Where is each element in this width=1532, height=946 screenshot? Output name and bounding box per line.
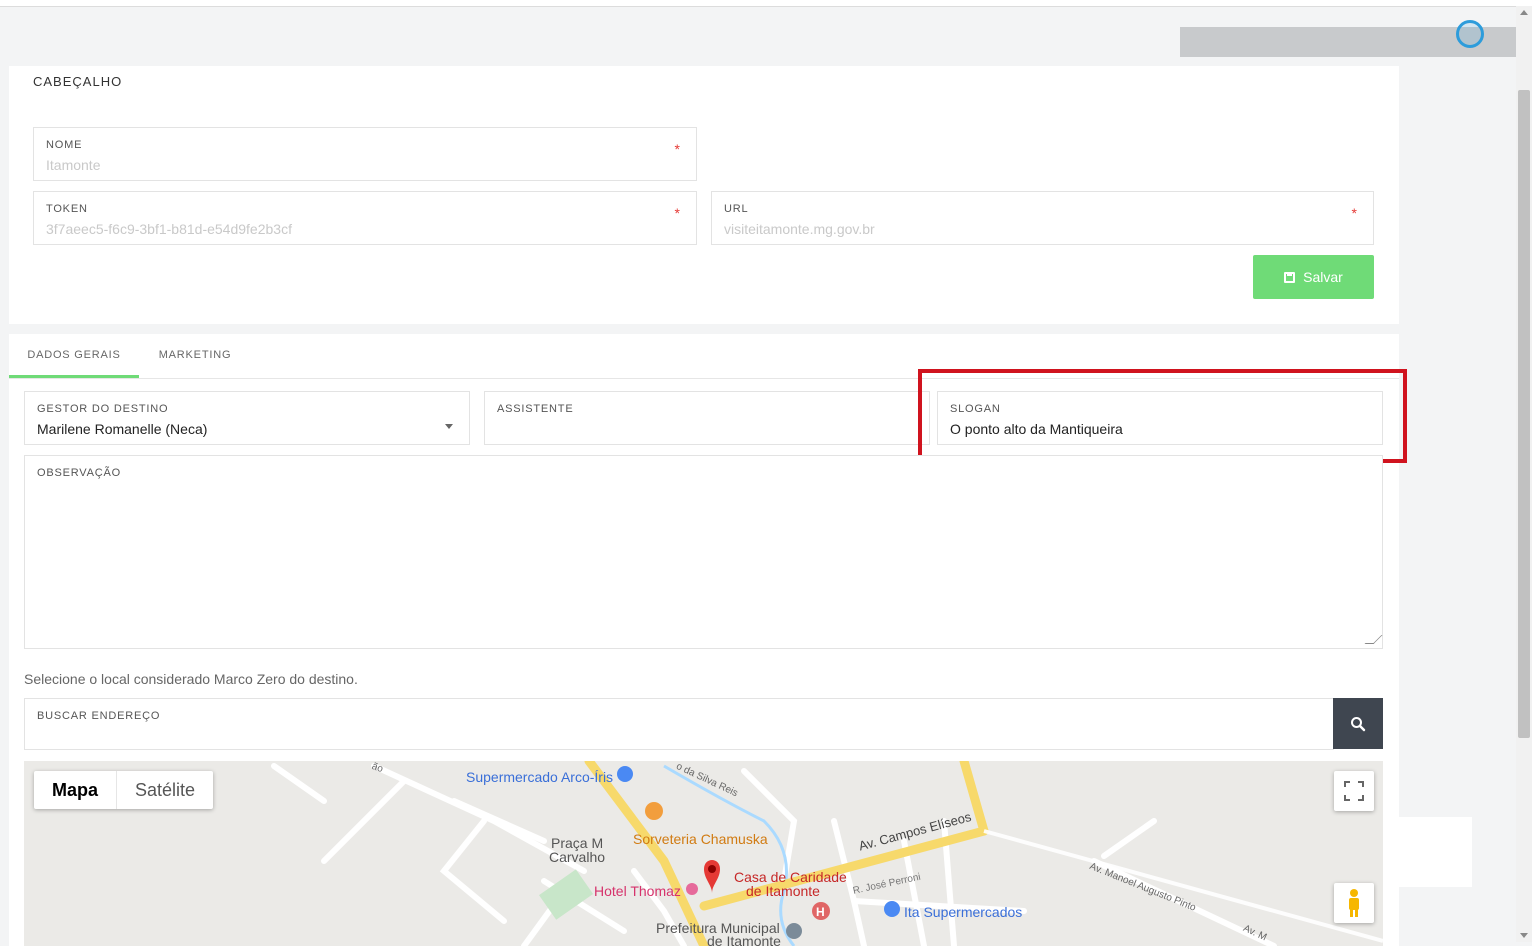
token-label: TOKEN	[46, 203, 88, 215]
shopping-cart-icon	[884, 901, 900, 917]
poi-sorveteria[interactable]: Sorveteria Chamuska	[633, 831, 768, 847]
save-button-label: Salvar	[1303, 269, 1343, 285]
url-field[interactable]: URL visiteitamonte.mg.gov.br *	[711, 191, 1374, 245]
map-type-map-button[interactable]: Mapa	[34, 771, 118, 809]
observacao-label: OBSERVAÇÃO	[37, 467, 122, 479]
pegman-icon	[1349, 889, 1359, 917]
token-value: 3f7aeec5-f6c9-3bf1-b81d-e54d9fe2b3cf	[46, 221, 292, 237]
tab-dados-gerais[interactable]: DADOS GERAIS	[9, 334, 139, 378]
token-field[interactable]: TOKEN 3f7aeec5-f6c9-3bf1-b81d-e54d9fe2b3…	[33, 191, 697, 245]
header-card: CABEÇALHO NOME Itamonte * TOKEN 3f7aeec5…	[9, 66, 1399, 324]
chevron-down-icon	[445, 424, 453, 429]
general-data-card: DADOS GERAIS MARKETING GESTOR DO DESTINO…	[9, 334, 1407, 946]
scroll-down-icon[interactable]	[1520, 933, 1528, 938]
nome-label: NOME	[46, 139, 83, 151]
required-marker: *	[1351, 205, 1357, 221]
gestor-value: Marilene Romanelle (Neca)	[37, 421, 208, 437]
hotel-icon	[686, 883, 698, 895]
poi-prefeitura-2[interactable]: de Itamonte	[707, 933, 781, 946]
annotation-highlight-box	[918, 369, 1407, 463]
poi-supermercado-arco-iris[interactable]: Supermercado Arco-Íris	[466, 769, 613, 785]
restaurant-icon	[645, 802, 663, 820]
assistente-label: ASSISTENTE	[497, 403, 574, 415]
floppy-disk-icon	[1284, 271, 1296, 283]
map-type-control: Mapa Satélite	[34, 771, 214, 809]
fullscreen-icon	[1344, 781, 1364, 801]
tab-marketing[interactable]: MARKETING	[139, 334, 251, 378]
url-label: URL	[724, 203, 749, 215]
nome-field[interactable]: NOME Itamonte *	[33, 127, 697, 181]
top-border	[0, 0, 1532, 7]
side-panel-fragment	[1398, 817, 1472, 887]
gestor-select[interactable]: GESTOR DO DESTINO Marilene Romanelle (Ne…	[24, 391, 470, 445]
street-view-button[interactable]	[1334, 883, 1374, 923]
observacao-textarea[interactable]: OBSERVAÇÃO	[24, 455, 1383, 649]
search-button[interactable]	[1333, 698, 1383, 749]
required-marker: *	[674, 205, 680, 221]
scroll-up-icon[interactable]	[1520, 10, 1528, 15]
shopping-cart-icon	[617, 766, 633, 782]
poi-hotel[interactable]: Hotel Thomaz	[594, 883, 681, 899]
government-building-icon	[786, 923, 802, 939]
address-search-label: BUSCAR ENDEREÇO	[37, 710, 161, 722]
scrollbar-thumb[interactable]	[1518, 90, 1530, 738]
poi-casa-caridade-2[interactable]: de Itamonte	[746, 883, 820, 899]
user-avatar-icon[interactable]	[1456, 20, 1484, 48]
nome-value: Itamonte	[46, 157, 101, 173]
gestor-label: GESTOR DO DESTINO	[37, 403, 169, 415]
map-type-satellite-button[interactable]: Satélite	[117, 771, 213, 809]
url-value: visiteitamonte.mg.gov.br	[724, 221, 875, 237]
poi-ita-supermercados[interactable]: Ita Supermercados	[904, 904, 1022, 920]
assistente-field[interactable]: ASSISTENTE	[484, 391, 930, 445]
marco-zero-hint: Selecione o local considerado Marco Zero…	[24, 671, 358, 687]
map-canvas[interactable]: H	[24, 761, 1383, 946]
map-label-praca-2: Carvalho	[549, 849, 606, 865]
page-scrollbar[interactable]	[1516, 6, 1532, 942]
svg-text:H: H	[816, 905, 825, 919]
resize-handle-icon[interactable]	[1364, 635, 1383, 644]
fullscreen-button[interactable]	[1334, 771, 1374, 811]
section-title: CABEÇALHO	[33, 74, 123, 89]
required-marker: *	[674, 141, 680, 157]
address-search-input[interactable]: BUSCAR ENDEREÇO	[24, 698, 1334, 750]
save-button[interactable]: Salvar	[1253, 255, 1374, 299]
map-widget[interactable]: H Supermercado Arco-Íris Sorveteria Cham…	[24, 761, 1383, 946]
search-icon	[1351, 716, 1366, 731]
